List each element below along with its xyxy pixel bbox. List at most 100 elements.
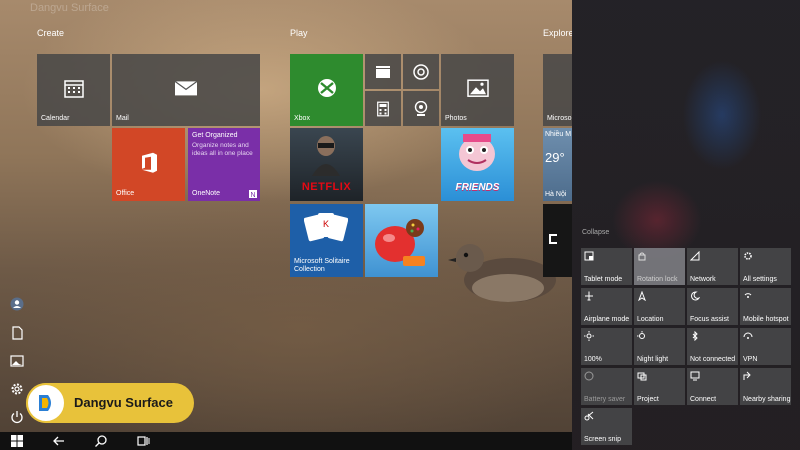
quick-action-nearby-sharing[interactable]: Nearby sharing	[740, 368, 791, 405]
search-icon[interactable]	[94, 434, 108, 448]
watermark-logo	[26, 383, 66, 423]
quick-action-rotation-lock[interactable]: Rotation lock	[634, 248, 685, 285]
tile-label: Calendar	[41, 114, 70, 122]
quick-action-airplane-mode[interactable]: Airplane mode	[581, 288, 632, 325]
task-view-icon[interactable]	[136, 434, 150, 448]
quick-action-not-connected[interactable]: Not connected	[687, 328, 738, 365]
explore-dark-glyph	[549, 234, 557, 244]
tile-explore-dark[interactable]	[543, 204, 572, 277]
back-arrow-icon[interactable]	[52, 434, 66, 448]
tablet-mode-icon	[584, 251, 594, 261]
airplane-icon	[585, 291, 593, 301]
weather-city: Hà Nội	[545, 191, 567, 198]
music-disc-icon	[413, 63, 429, 80]
quick-action-label: Mobile hotspot	[743, 316, 789, 323]
snip-icon	[584, 411, 594, 421]
quick-action-label: Focus assist	[690, 316, 729, 323]
onenote-icon: N	[249, 190, 257, 198]
tile-movies[interactable]	[365, 54, 401, 89]
quick-action-location[interactable]: Location	[634, 288, 685, 325]
quick-action-connect[interactable]: Connect	[687, 368, 738, 405]
watermark-faint: Dangvu Surface	[30, 2, 109, 14]
quick-action-night-light[interactable]: Night light	[634, 328, 685, 365]
tile-onenote[interactable]: Get Organized Organize notes and ideas a…	[188, 128, 260, 201]
quick-action-label: VPN	[743, 356, 758, 363]
netflix-poster-figure	[312, 136, 340, 176]
tile-solitaire[interactable]: K Microsoft Solitaire Collection	[290, 204, 363, 277]
collapse-link[interactable]: Collapse	[582, 229, 609, 236]
mail-icon	[174, 80, 198, 96]
tile-store[interactable]: Microso	[543, 54, 572, 126]
quick-action-tablet-mode[interactable]: Tablet mode	[581, 248, 632, 285]
quick-action-all-settings[interactable]: All settings	[740, 248, 791, 285]
action-center-panel: Collapse Tablet mode Rotation lock Network…	[572, 0, 800, 450]
quick-action-label: Rotation lock	[637, 276, 678, 283]
taskbar	[0, 432, 572, 450]
tile-calculator[interactable]	[365, 91, 401, 126]
quick-action-network[interactable]: Network	[687, 248, 738, 285]
tile-label: OneNote	[192, 189, 221, 197]
svg-text:N: N	[251, 192, 256, 198]
weather-condition: Nhiều M	[545, 131, 572, 138]
bird-image	[448, 244, 556, 302]
battery-saver-icon	[584, 371, 594, 381]
user-avatar-icon[interactable]	[10, 297, 24, 311]
quick-action-label: Battery saver	[584, 396, 626, 403]
hotspot-icon	[744, 293, 752, 298]
svg-text:K: K	[323, 219, 329, 229]
logo-icon	[39, 395, 51, 411]
group-title-create: Create	[37, 28, 65, 38]
pictures-icon[interactable]	[10, 354, 24, 368]
tile-label: Microso	[547, 114, 572, 122]
share-icon	[743, 371, 751, 380]
quick-action-focus-assist[interactable]: Focus assist	[687, 288, 738, 325]
calculator-icon	[377, 101, 389, 116]
tile-photos[interactable]: Photos	[441, 54, 514, 126]
power-icon[interactable]	[10, 410, 24, 424]
bluetooth-icon	[692, 331, 698, 341]
tile-weather[interactable]: Nhiều M 29° Hà Nội	[543, 128, 572, 201]
film-icon	[376, 65, 390, 78]
tile-xbox[interactable]: Xbox	[290, 54, 363, 126]
quick-action-label: All settings	[743, 276, 777, 283]
tile-candy-crush-friends[interactable]: FRIENDS	[441, 128, 514, 201]
tile-label: Microsoft Solitaire Collection	[294, 257, 350, 273]
watermark-badge: Dangvu Surface	[26, 383, 194, 423]
watermark-text: Dangvu Surface	[74, 395, 173, 410]
tile-camera[interactable]	[403, 91, 439, 126]
office-icon	[141, 152, 157, 173]
tile-mail[interactable]: Mail	[112, 54, 260, 126]
group-title-explore: Explore	[543, 28, 574, 38]
weather-temperature: 29°	[545, 150, 565, 165]
quick-action-label: 100%	[584, 356, 602, 363]
project-icon	[637, 372, 647, 381]
tile-groove[interactable]	[403, 54, 439, 89]
tile-netflix[interactable]: NETFLIX	[290, 128, 363, 201]
tile-label: Mail	[116, 114, 129, 122]
quick-action-battery-saver[interactable]: Battery saver	[581, 368, 632, 405]
quick-action-vpn[interactable]: VPN	[740, 328, 791, 365]
quick-action-screen-snip[interactable]: Screen snip	[581, 408, 632, 445]
candy-icon	[375, 219, 425, 266]
windows-start-icon[interactable]	[10, 434, 24, 448]
quick-action-label: Not connected	[690, 356, 736, 363]
quick-action-label: Nearby sharing	[743, 396, 791, 403]
tile-candy-crush[interactable]	[365, 204, 438, 277]
tile-label: Photos	[445, 114, 467, 122]
quick-action-label: Airplane mode	[584, 316, 630, 323]
quick-action-mobile-hotspot[interactable]: Mobile hotspot	[740, 288, 791, 325]
tile-calendar[interactable]: Calendar	[37, 54, 110, 126]
moon-icon	[691, 291, 700, 301]
network-icon	[690, 251, 700, 261]
xbox-icon	[317, 79, 336, 97]
quick-action-100[interactable]: 100%	[581, 328, 632, 365]
cards-icon: K	[304, 213, 348, 242]
settings-icon[interactable]	[10, 382, 24, 396]
brightness-icon	[584, 331, 594, 341]
rotation-lock-icon	[638, 252, 646, 261]
settings-icon	[744, 252, 752, 260]
quick-action-project[interactable]: Project	[634, 368, 685, 405]
documents-icon[interactable]	[10, 326, 24, 340]
quick-action-label: Connect	[690, 396, 717, 403]
tile-office[interactable]: Office	[112, 128, 185, 201]
